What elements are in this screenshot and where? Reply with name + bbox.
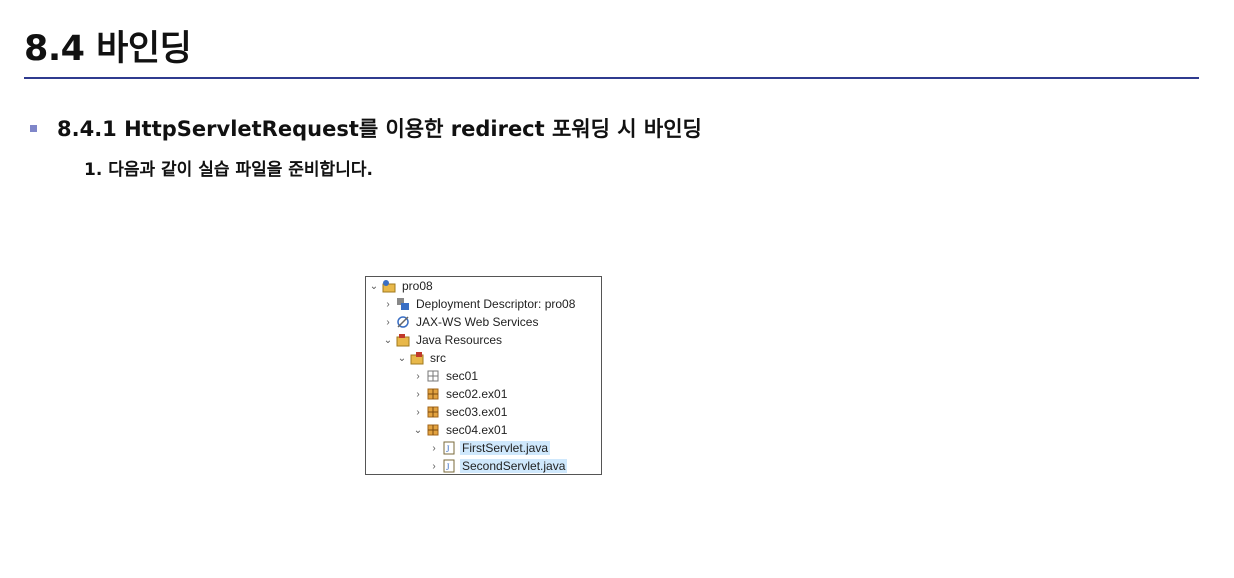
chevron-right-icon[interactable]: › (428, 443, 440, 454)
svg-text:J: J (446, 444, 450, 454)
bullet-icon (30, 124, 37, 132)
project-explorer-tree: ⌄ pro08 › Deployment Descriptor: pro08 ›… (365, 276, 602, 475)
empty-package-icon (426, 369, 440, 383)
chevron-down-icon[interactable]: ⌄ (396, 353, 408, 364)
tree-item-deployment-descriptor[interactable]: › Deployment Descriptor: pro08 (382, 295, 577, 313)
section-heading: 8.4.1 HttpServletRequest를 이용한 redirect 포… (30, 113, 702, 143)
title-divider (24, 77, 1199, 79)
step-text: 1. 다음과 같이 실습 파일을 준비합니다. (84, 160, 373, 180)
package-icon (426, 387, 440, 401)
tree-item-label: sec02.ex01 (446, 387, 508, 401)
tree-item-label: src (430, 351, 446, 365)
tree-item-java-resources[interactable]: ⌄ Java Resources (382, 331, 504, 349)
tree-item-second-servlet[interactable]: › J SecondServlet.java (428, 457, 568, 475)
tree-item-sec03-ex01[interactable]: › sec03.ex01 (412, 403, 509, 421)
chevron-right-icon[interactable]: › (412, 389, 424, 400)
java-resources-icon (396, 333, 410, 347)
java-file-icon: J (442, 459, 456, 473)
chevron-right-icon[interactable]: › (382, 299, 394, 310)
chevron-down-icon[interactable]: ⌄ (382, 335, 394, 346)
page-title: 8.4 바인딩 (24, 29, 192, 69)
tree-item-label: Java Resources (416, 333, 503, 347)
tree-item-label: pro08 (402, 279, 433, 293)
tree-item-sec01[interactable]: › sec01 (412, 367, 480, 385)
tree-item-label: sec03.ex01 (446, 405, 508, 419)
tree-item-label: sec04.ex01 (446, 423, 508, 437)
tree-item-label: Deployment Descriptor: pro08 (416, 297, 576, 311)
descriptor-icon (396, 297, 410, 311)
chevron-down-icon[interactable]: ⌄ (412, 425, 424, 436)
tree-item-label: FirstServlet.java (460, 441, 551, 455)
source-folder-icon (410, 351, 424, 365)
chevron-right-icon[interactable]: › (412, 371, 424, 382)
chevron-down-icon[interactable]: ⌄ (368, 281, 380, 292)
java-file-icon: J (442, 441, 456, 455)
tree-item-pro08[interactable]: ⌄ pro08 (368, 277, 435, 295)
webservices-icon (396, 315, 410, 329)
chevron-right-icon[interactable]: › (382, 317, 394, 328)
tree-item-label: JAX-WS Web Services (416, 315, 539, 329)
tree-item-jax-ws[interactable]: › JAX-WS Web Services (382, 313, 540, 331)
svg-text:J: J (446, 462, 450, 472)
section-subtitle: 8.4.1 HttpServletRequest를 이용한 redirect 포… (57, 117, 702, 141)
project-icon (382, 279, 396, 293)
tree-item-first-servlet[interactable]: › J FirstServlet.java (428, 439, 551, 457)
tree-item-sec04-ex01[interactable]: ⌄ sec04.ex01 (412, 421, 509, 439)
tree-item-label: SecondServlet.java (460, 459, 568, 473)
package-icon (426, 405, 440, 419)
package-icon (426, 423, 440, 437)
tree-item-sec02-ex01[interactable]: › sec02.ex01 (412, 385, 509, 403)
chevron-right-icon[interactable]: › (428, 461, 440, 472)
chevron-right-icon[interactable]: › (412, 407, 424, 418)
tree-item-src[interactable]: ⌄ src (396, 349, 448, 367)
tree-item-label: sec01 (446, 369, 479, 383)
